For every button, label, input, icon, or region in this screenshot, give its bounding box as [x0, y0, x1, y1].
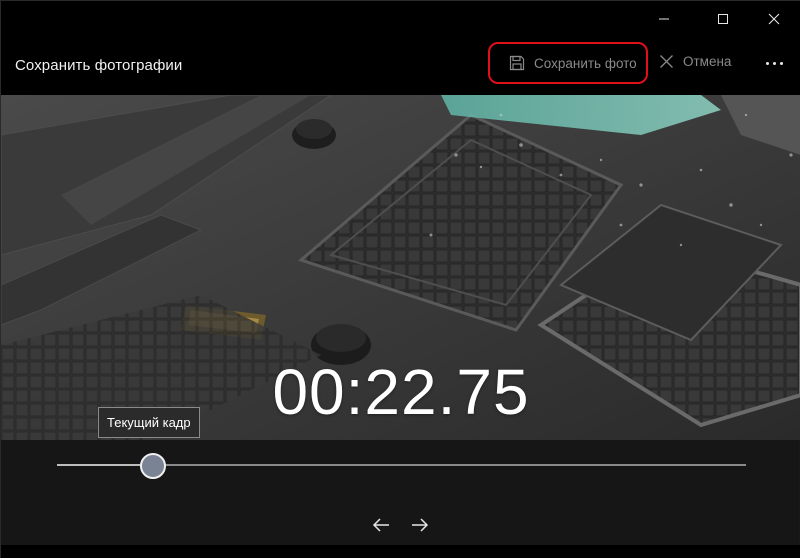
- window-bottom-edge: [1, 545, 800, 558]
- cancel-label: Отмена: [683, 53, 732, 69]
- cancel-button[interactable]: Отмена: [659, 48, 731, 74]
- save-photo-button[interactable]: Сохранить фото: [488, 42, 648, 84]
- playback-controls: [1, 440, 800, 545]
- maximize-button[interactable]: [700, 1, 746, 37]
- arrow-right-icon: [412, 518, 429, 532]
- close-window-button[interactable]: [751, 1, 797, 37]
- close-icon: [660, 54, 673, 68]
- more-options-button[interactable]: [759, 51, 789, 75]
- previous-frame-button[interactable]: [370, 514, 392, 536]
- floppy-disk-icon: [509, 55, 525, 71]
- page-title: Сохранить фотографии: [15, 57, 183, 74]
- app-window: Сохранить фотографии Сохранить фото Отме…: [0, 0, 800, 558]
- minimize-button[interactable]: [641, 1, 687, 37]
- title-bar: [1, 1, 800, 37]
- save-photo-label: Сохранить фото: [534, 55, 637, 71]
- command-bar: Сохранить фотографии Сохранить фото Отме…: [1, 37, 800, 95]
- minimize-icon: [659, 18, 669, 20]
- arrow-left-icon: [372, 518, 389, 532]
- seek-thumb[interactable]: [140, 453, 166, 479]
- close-window-icon: [768, 13, 780, 25]
- more-dots-icon: [765, 61, 783, 65]
- maximize-icon: [718, 14, 728, 24]
- seek-bar-progress: [57, 464, 153, 466]
- next-frame-button[interactable]: [409, 514, 431, 536]
- current-frame-tooltip: Текущий кадр: [98, 407, 200, 438]
